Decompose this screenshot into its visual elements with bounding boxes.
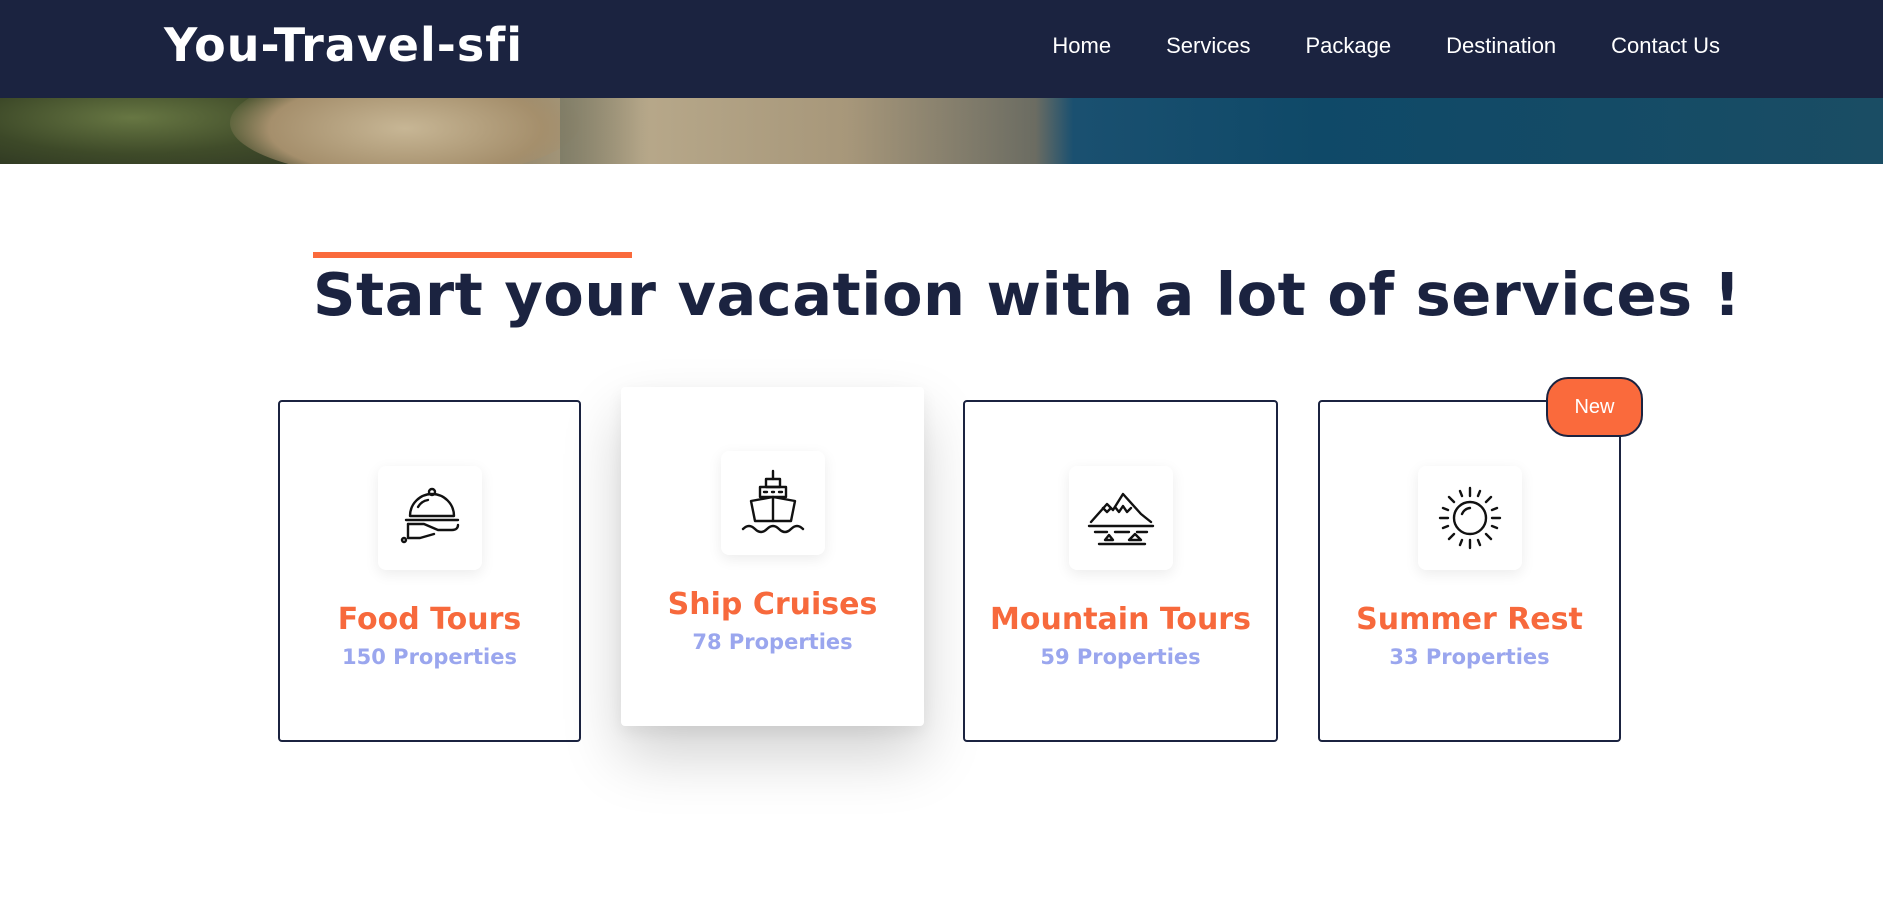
icon-box [720,451,825,555]
icon-box [1417,466,1522,570]
card-count: 59 Properties [1040,645,1201,669]
icon-box [1068,466,1173,570]
hero-image [0,98,1883,164]
nav-contact-us[interactable]: Contact Us [1611,33,1720,59]
card-count: 33 Properties [1389,645,1550,669]
hero-rock [230,98,580,164]
new-badge: New [1546,377,1643,437]
card-title: Food Tours [337,602,522,637]
service-card-summer-rest[interactable]: Summer Rest 33 Properties [1318,400,1621,742]
card-title: Summer Rest [1356,602,1583,637]
section-accent-line [313,252,632,258]
sun-icon [1438,486,1501,550]
nav-home[interactable]: Home [1052,33,1111,59]
nav-services[interactable]: Services [1166,33,1250,59]
ship-icon [741,469,804,534]
section-title: Start your vacation with a lot of servic… [313,260,1742,329]
service-card-mountain-tours[interactable]: Mountain Tours 59 Properties [963,400,1278,742]
brand-logo[interactable]: You-Travel-sfi [164,18,523,72]
card-count: 150 Properties [342,645,517,669]
service-card-food-tours[interactable]: Food Tours 150 Properties [278,400,581,742]
site-header: You-Travel-sfi Home Services Package Des… [0,0,1883,98]
nav-destination[interactable]: Destination [1446,33,1556,59]
main-nav: Home Services Package Destination Contac… [1052,33,1720,59]
card-title: Ship Cruises [667,587,878,622]
hero-shore [560,98,650,164]
icon-box [377,466,482,570]
card-title: Mountain Tours [990,602,1251,637]
nav-package[interactable]: Package [1305,33,1391,59]
card-count: 78 Properties [692,630,853,654]
service-card-ship-cruises[interactable]: Ship Cruises 78 Properties [621,387,924,726]
food-cloche-icon [400,487,459,544]
mountain-icon [1087,492,1154,546]
